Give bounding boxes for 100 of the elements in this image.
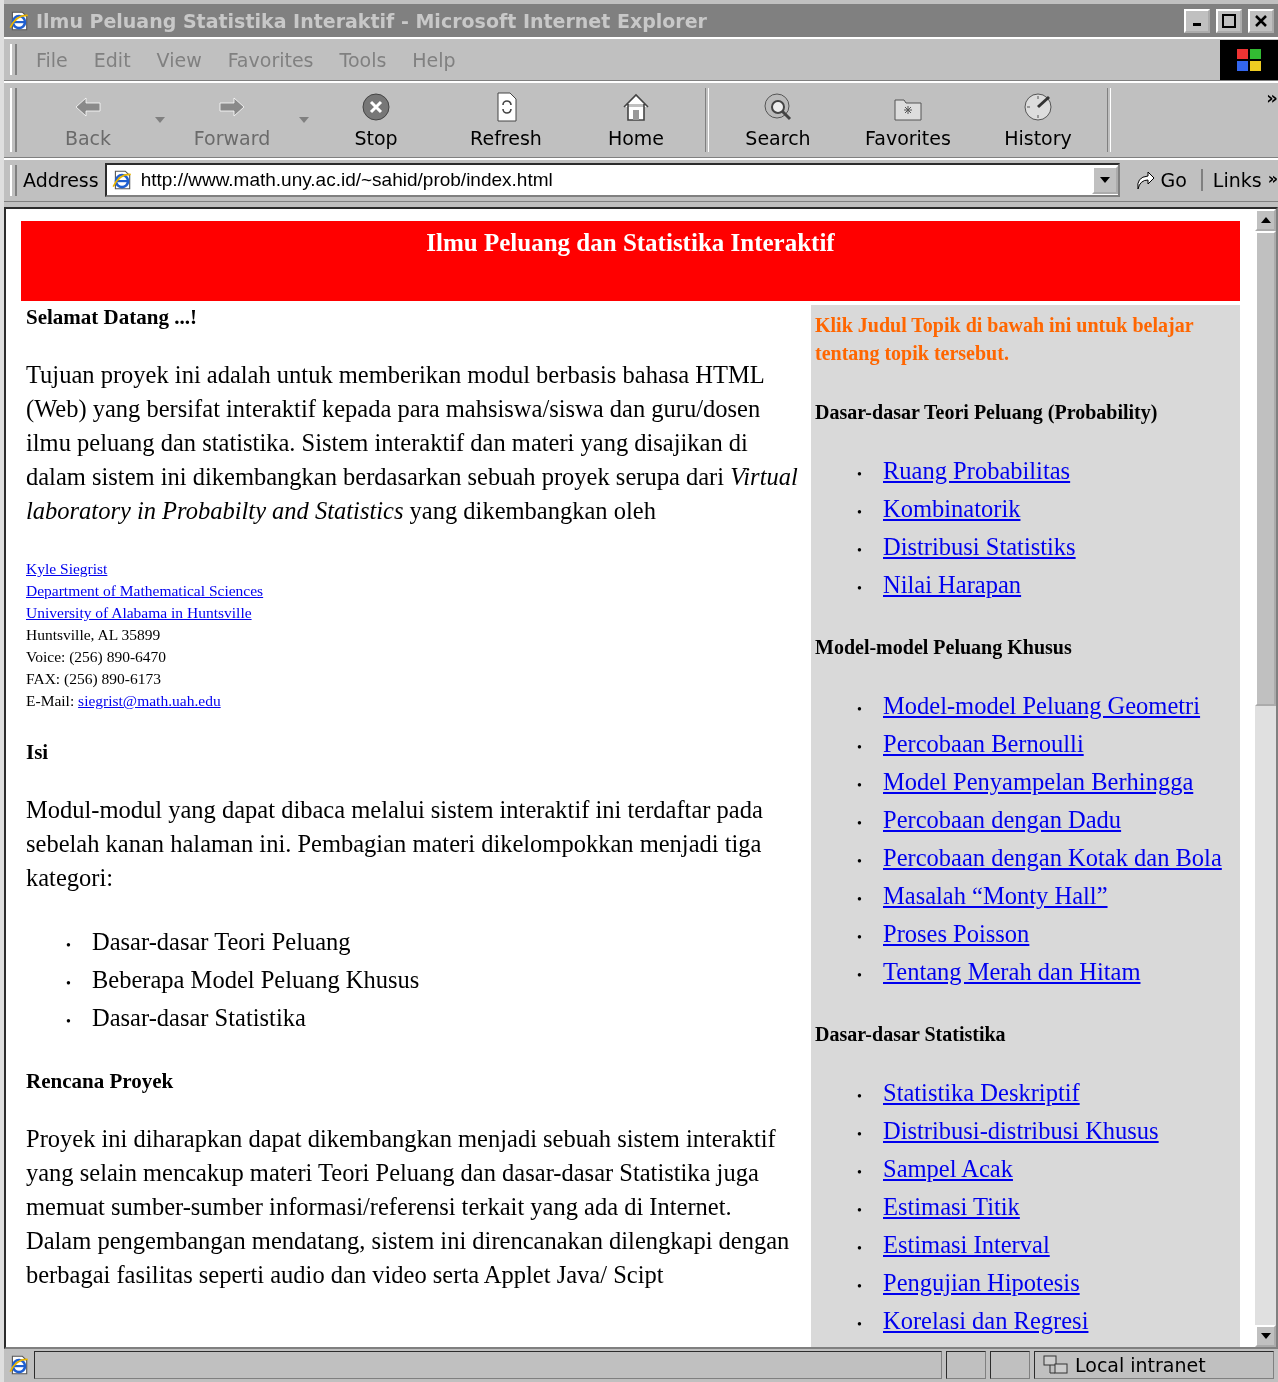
address-dropdown-button[interactable] [1092,166,1119,195]
topic-link[interactable]: Distribusi-distribusi Khusus [883,1116,1159,1144]
stop-icon [360,91,392,123]
status-panel [990,1351,1030,1380]
topic-link[interactable]: Tentang Merah dan Hitam [883,957,1141,985]
toolbar-button[interactable]: History [973,91,1103,149]
scroll-thumb[interactable] [1255,230,1276,706]
page-banner: Ilmu Peluang dan Statistika Interaktif [21,220,1240,301]
contact-line: Voice: (256) 890-6470 [26,647,167,665]
address-field[interactable]: http://www.math.uny.ac.id/~sahid/prob/index.html [104,163,1121,198]
section-heading: Isi [26,739,50,765]
close-button[interactable] [1248,8,1274,33]
paragraph: Modul-modul yang dapat dibaca melalui sistem interaktif ini terdaftar pada sebelah kanan halaman ini. Pembagian materi dikelompokkan menjadi tiga kategori: [26,794,764,893]
contact-link[interactable]: University of Alabama in Huntsville [26,603,252,621]
toolbar-button[interactable]: Refresh [441,91,571,149]
bullet: • [857,1239,863,1258]
browser-icon [8,9,30,32]
go-button[interactable]: Go [1120,169,1201,192]
topic-link[interactable]: Korelasi dan Regresi [883,1306,1089,1334]
bullet: • [857,503,863,522]
maximize-button[interactable] [1216,8,1242,33]
toolbar-more-button[interactable]: » [1266,87,1278,108]
sidebar-intro: Klik Judul Topik di bawah ini untuk belajar tentang topik tersebut. [815,312,1195,367]
email-link[interactable]: siegrist@math.uah.edu [78,691,221,709]
contact-line: FAX: (256) 890-6173 [26,669,161,687]
contact-link[interactable]: Department of Mathematical Sciences [26,581,264,599]
list-item: Dasar-dasar Statistika [92,1003,306,1031]
bullet: • [857,852,863,871]
arrow-icon [1134,169,1157,192]
topic-link[interactable]: Model-model Peluang Geometri [883,691,1201,719]
topic-link[interactable]: Masalah “Monty Hall” [883,881,1108,909]
section-heading: Dasar-dasar Statistika [815,1022,1007,1046]
caret-icon [1100,177,1111,184]
address-label: Address [23,169,100,192]
scroll-down-button[interactable] [1255,1324,1276,1347]
topic-link[interactable]: Statistika Deskriptif [883,1078,1080,1106]
bullet: • [66,936,72,955]
page-icon [110,169,133,192]
bullet: • [857,1163,863,1182]
topic-link[interactable]: Ruang Probabilitas [883,456,1071,484]
toolbar-button[interactable]: Home [571,91,701,149]
topic-link[interactable]: Sampel Acak [883,1154,1013,1182]
section-heading: Dasar-dasar Teori Peluang (Probability) [815,400,1159,424]
bullet: • [857,1201,863,1220]
topic-link[interactable]: Percobaan dengan Kotak dan Bola [883,843,1222,871]
minimize-icon [1193,23,1201,27]
topic-link[interactable]: Estimasi Interval [883,1230,1050,1258]
bullet: • [857,1125,863,1144]
zone-label: Local intranet [1075,1354,1206,1377]
bullet: • [857,928,863,947]
topic-link[interactable]: Model Penyampelan Berhingga [883,767,1194,795]
bullet: • [857,579,863,598]
history-icon [1022,91,1054,123]
topic-link[interactable]: Proses Poisson [883,919,1030,947]
bullet: • [857,1277,863,1296]
topic-link[interactable]: Kombinatorik [883,494,1021,522]
scrollbar[interactable] [1255,208,1276,1347]
bullet: • [857,1315,863,1334]
scroll-up-button[interactable] [1255,208,1276,231]
windows-logo-icon [1220,39,1278,80]
toolbar-grip[interactable] [10,165,17,196]
caret-icon [1260,1332,1271,1339]
links-more-button[interactable]: » [1267,169,1278,189]
section-heading: Selamat Datang ...! [26,304,198,330]
paragraph: Tujuan proyek ini adalah untuk memberikan modul berbasis bahasa HTML (Web) yang bersifat interaktif kepada para mahsiswa/siswa dan guru/dosen ilmu peluang dan statistika. Sistem interaktif dan materi yang disajikan di dalam sistem ini dikembangkan berdasarkan sebuah proyek serupa dari Virtual laboratory in Probabilty and Statistics yang dikembangkan oleh [26,359,799,526]
toolbar-grip[interactable] [10,44,17,75]
section-heading: Model-model Peluang Khusus [815,635,1073,659]
bullet: • [857,890,863,909]
links-button[interactable]: Links [1212,169,1262,192]
bullet: • [857,776,863,795]
bullet: • [857,541,863,560]
topic-link[interactable]: Nilai Harapan [883,570,1022,598]
topic-link[interactable]: Estimasi Titik [883,1192,1020,1220]
topic-link[interactable]: Percobaan Bernoulli [883,729,1084,757]
toolbar-button[interactable]: Favorites [843,91,973,149]
bullet: • [857,738,863,757]
topic-link[interactable]: Percobaan dengan Dadu [883,805,1122,833]
bullet: • [857,700,863,719]
bullet: • [857,1087,863,1106]
list-item: Beberapa Model Peluang Khusus [92,965,420,993]
toolbar-button[interactable]: Stop [311,91,441,149]
bullet: • [857,814,863,833]
bullet: • [857,465,863,484]
contact-link[interactable]: Kyle Siegrist [26,559,108,577]
caret-icon [1260,216,1271,223]
contact-line: Huntsville, AL 35899 [26,625,161,643]
minimize-button[interactable] [1184,8,1210,33]
status-panel [946,1351,986,1380]
search-icon [762,91,794,123]
topic-link[interactable]: Pengujian Hipotesis [883,1268,1080,1296]
toolbar-button[interactable]: Search [713,91,843,149]
topic-link[interactable]: Distribusi Statistiks [883,532,1076,560]
contact-label: E-Mail: [26,691,75,709]
paragraph: Proyek ini diharapkan dapat dikembangkan menjadi sebuah sistem interaktif yang selain mencakup materi Teori Peluang dan dasar-dasar Statistika juga memuat sumber-sumber informasi/referensi terkait yang ada di Internet. Dalam pengembangan mendatang, sistem ini direncanakan dilengkapi dengan berbagai fasilitas seperti audio dan video serta Applet Java/ Scipt [26,1123,791,1290]
list-item: Dasar-dasar Teori Peluang [92,927,351,955]
toolbar-grip[interactable] [10,88,17,152]
bullet: • [66,974,72,993]
page-status-icon [8,1354,30,1377]
close-icon [1254,13,1268,28]
maximize-icon [1222,13,1236,28]
